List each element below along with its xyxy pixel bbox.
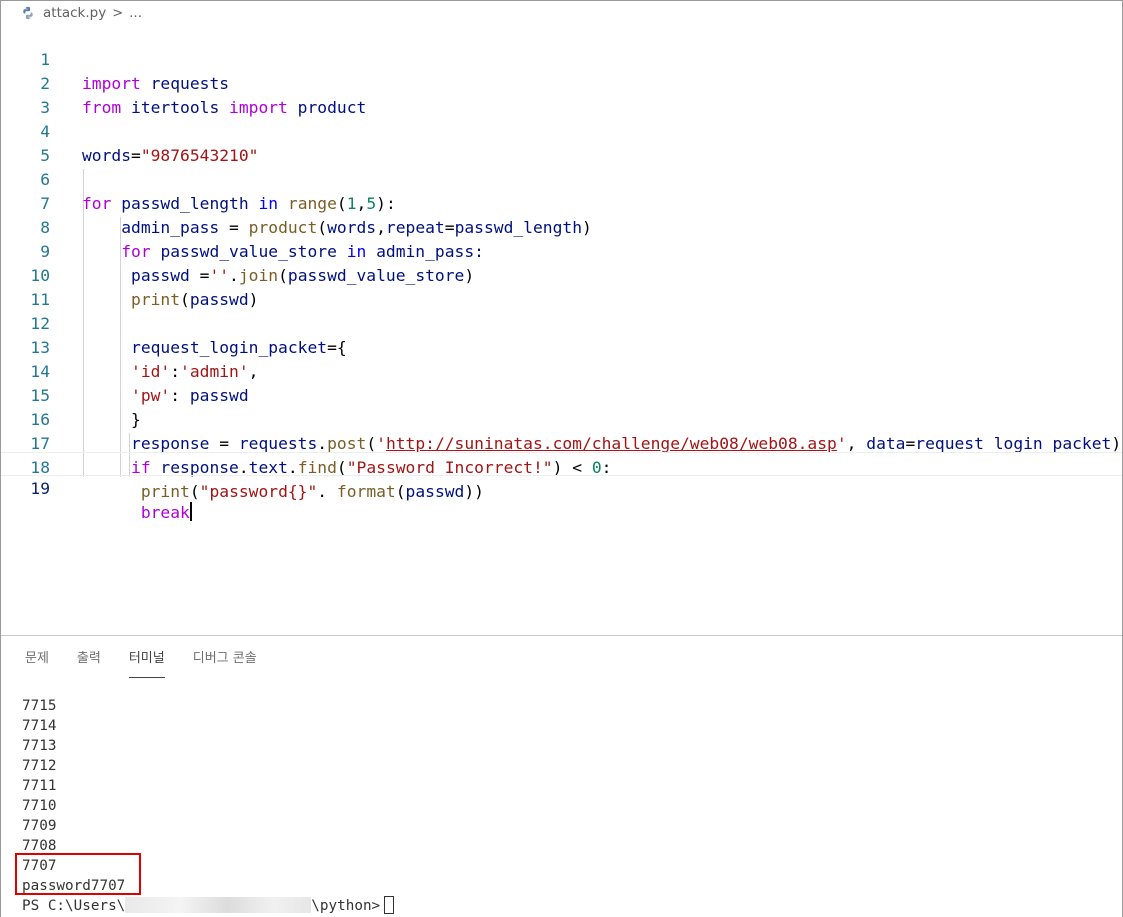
tab-debug-console[interactable]: 디버그 콘솔 bbox=[193, 648, 257, 678]
line-number: 19 bbox=[30, 479, 50, 498]
redacted-username bbox=[125, 897, 312, 913]
terminal-cursor bbox=[384, 896, 395, 914]
code-line: 16 response = requests.post('http://suni… bbox=[1, 384, 1122, 453]
terminal-line: 7713 bbox=[22, 738, 57, 754]
terminal-line: 7709 bbox=[22, 818, 57, 834]
code-line: 12 request_login_packet={ bbox=[1, 288, 1122, 357]
code-line: 13 'id':'admin', bbox=[1, 312, 1122, 381]
terminal-line: 7711 bbox=[22, 778, 57, 794]
chevron-right-icon: > bbox=[112, 5, 124, 21]
code-editor[interactable]: 1 import requests 2 from itertools impor… bbox=[1, 24, 1122, 634]
code-line: 5 bbox=[1, 120, 1122, 165]
terminal-line: 7715 bbox=[22, 698, 57, 714]
result-highlight-box bbox=[15, 853, 141, 895]
breadcrumb-file[interactable]: attack.py bbox=[43, 5, 106, 21]
panel-tabs: 문제 출력 터미널 디버그 콘솔 bbox=[25, 648, 285, 678]
code-line: 4 words="9876543210" bbox=[1, 96, 1122, 165]
code-line: 8 for passwd_value_store in admin_pass: bbox=[1, 192, 1122, 261]
code-line-current: 19 break bbox=[1, 452, 1122, 522]
terminal-line: 7712 bbox=[22, 758, 57, 774]
tab-output[interactable]: 출력 bbox=[77, 648, 101, 678]
code-line: 11 bbox=[1, 264, 1122, 309]
editor-window: attack.py > ... 1 import requests 2 from… bbox=[0, 0, 1123, 917]
code-line: 9 passwd =''.join(passwd_value_store) bbox=[1, 216, 1122, 285]
bottom-panel: 문제 출력 터미널 디버그 콘솔 7715 7714 7713 7712 771… bbox=[1, 635, 1122, 917]
tab-terminal[interactable]: 터미널 bbox=[128, 648, 165, 678]
terminal-prompt[interactable]: PS C:\Users\ \python> bbox=[22, 896, 395, 916]
code-line: 17 if response.text.find("Password Incor… bbox=[1, 408, 1122, 477]
terminal-line: 7714 bbox=[22, 718, 57, 734]
code-line: 7 admin_pass = product(words,repeat=pass… bbox=[1, 168, 1122, 237]
breadcrumb-more[interactable]: ... bbox=[129, 5, 142, 21]
breadcrumb: attack.py > ... bbox=[21, 3, 142, 23]
python-file-icon bbox=[23, 6, 33, 20]
code-line: 6 for passwd_length in range(1,5): bbox=[1, 144, 1122, 213]
code-line: 15 } bbox=[1, 360, 1122, 429]
tab-problems[interactable]: 문제 bbox=[25, 648, 49, 678]
terminal-line: 7710 bbox=[22, 798, 57, 814]
code-line: 2 from itertools import product bbox=[1, 48, 1122, 117]
text-cursor bbox=[189, 502, 192, 521]
code-line: 1 import requests bbox=[1, 24, 1122, 93]
code-line: 10 print(passwd) bbox=[1, 240, 1122, 309]
code-line: 14 'pw': passwd bbox=[1, 336, 1122, 405]
code-line: 3 bbox=[1, 72, 1122, 117]
